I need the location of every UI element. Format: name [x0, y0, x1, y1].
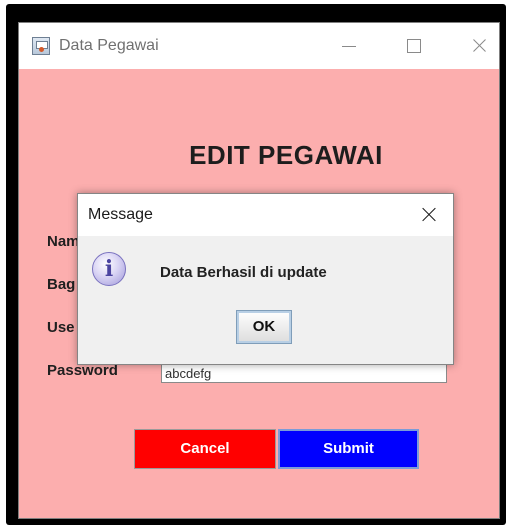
java-app-icon — [32, 37, 50, 55]
bagian-label: Bag — [47, 276, 76, 293]
window-title: Data Pegawai — [59, 37, 159, 54]
title-bar: Data Pegawai — [19, 23, 499, 69]
page-title: EDIT PEGAWAI — [189, 140, 383, 170]
maximize-icon[interactable] — [399, 33, 429, 59]
dialog-message: Data Berhasil di update — [160, 264, 327, 281]
password-field[interactable]: abcdefg — [161, 363, 447, 383]
message-dialog: Message i Data Berhasil di update OK — [77, 193, 454, 365]
cancel-button[interactable]: Cancel — [134, 429, 276, 469]
minimize-icon[interactable] — [335, 33, 365, 59]
info-icon: i — [92, 252, 126, 286]
dialog-title-bar: Message — [78, 194, 453, 236]
dialog-close-icon[interactable] — [416, 202, 442, 228]
username-label: Use — [47, 319, 75, 336]
close-icon[interactable] — [465, 33, 495, 59]
ok-button[interactable]: OK — [236, 310, 292, 344]
submit-button[interactable]: Submit — [278, 429, 419, 469]
nama-label: Nam — [47, 233, 80, 250]
dialog-title: Message — [88, 206, 153, 223]
